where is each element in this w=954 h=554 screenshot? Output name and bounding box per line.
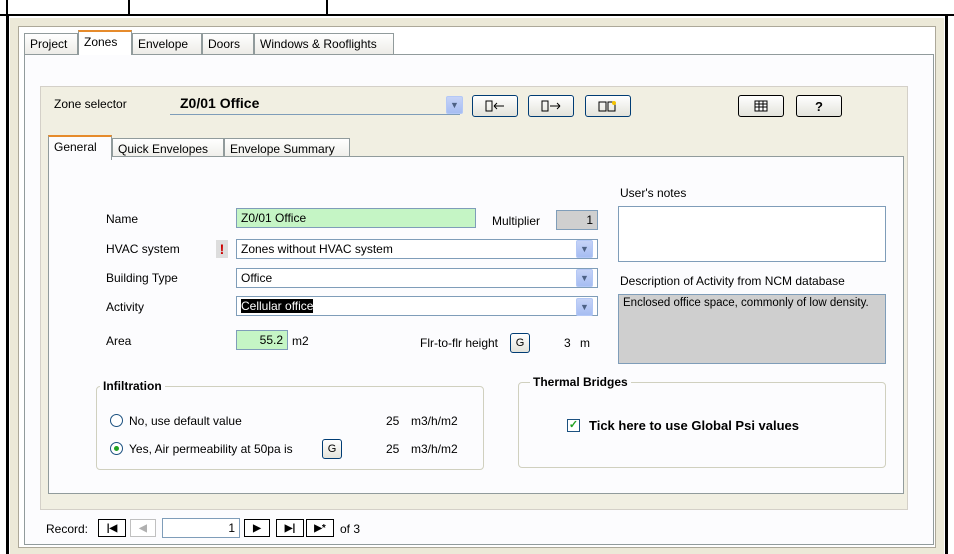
infiltration-default-value: 25 <box>386 414 400 428</box>
infiltration-g-button[interactable]: G <box>322 439 342 459</box>
first-record-button[interactable]: |◀ <box>98 519 126 537</box>
global-psi-label[interactable]: Tick here to use Global Psi values <box>589 418 799 433</box>
warning-icon: ! <box>216 240 228 258</box>
tab-envelope[interactable]: Envelope <box>132 33 202 55</box>
zone-selector-underline <box>170 114 460 115</box>
infiltration-title: Infiltration <box>100 379 165 393</box>
infiltration-option-permeability-radio[interactable] <box>110 442 123 455</box>
area-field[interactable]: 55.2 <box>236 330 288 350</box>
multiplier-field[interactable]: 1 <box>556 210 598 230</box>
users-notes-field[interactable] <box>618 206 886 262</box>
next-zone-icon <box>541 100 561 112</box>
zone-dropdown-arrow-icon[interactable]: ▼ <box>446 96 463 114</box>
next-record-icon: ▶ <box>253 522 261 534</box>
table-icon <box>754 100 768 112</box>
area-unit: m2 <box>292 334 309 348</box>
top-strip <box>0 0 954 16</box>
new-record-icon: ▶* <box>314 522 326 534</box>
users-notes-label: User's notes <box>620 186 687 200</box>
tab-doors[interactable]: Doors <box>202 33 254 55</box>
zone-selector-label: Zone selector <box>54 97 127 111</box>
first-record-icon: |◀ <box>106 522 118 534</box>
tab-zones[interactable]: Zones <box>78 30 132 55</box>
previous-record-icon: ◀ <box>139 522 147 534</box>
flr-height-g-button[interactable]: G <box>510 333 530 353</box>
building-type-label: Building Type <box>106 271 178 285</box>
infiltration-permeability-unit: m3/h/m2 <box>411 442 458 456</box>
help-icon: ? <box>815 98 823 114</box>
thermal-bridges-title: Thermal Bridges <box>530 375 631 389</box>
infiltration-option-default-radio[interactable] <box>110 414 123 427</box>
previous-record-button[interactable]: ◀ <box>130 519 156 537</box>
next-record-button[interactable]: ▶ <box>244 519 270 537</box>
area-label: Area <box>106 334 132 348</box>
flr-height-unit: m <box>580 336 590 350</box>
next-zone-button[interactable] <box>528 95 574 117</box>
building-type-select[interactable]: Office <box>236 268 598 288</box>
hvac-select[interactable]: Zones without HVAC system <box>236 239 598 259</box>
help-button[interactable]: ? <box>796 95 842 117</box>
multiplier-label: Multiplier <box>492 214 541 228</box>
activity-label: Activity <box>106 300 145 314</box>
new-zone-icon <box>598 101 616 112</box>
activity-select[interactable]: Cellular office <box>236 296 598 316</box>
hvac-label: HVAC system <box>106 242 180 256</box>
last-record-button[interactable]: ▶| <box>276 519 304 537</box>
activity-description-label: Description of Activity from NCM databas… <box>620 274 845 288</box>
infiltration-option-permeability-label[interactable]: Yes, Air permeability at 50pa is <box>129 442 293 456</box>
global-psi-checkbox[interactable]: ✓ <box>567 419 580 432</box>
flr-height-label: Flr-to-flr height <box>420 336 499 350</box>
activity-dropdown-arrow-icon[interactable]: ▼ <box>576 298 593 316</box>
right-border <box>945 16 948 554</box>
last-record-icon: ▶| <box>284 522 296 534</box>
new-record-button[interactable]: ▶* <box>306 519 334 537</box>
zone-selector-value[interactable]: Z0/01 Office <box>180 95 259 111</box>
infiltration-group <box>96 386 484 470</box>
g-label: G <box>327 443 337 455</box>
record-number-field[interactable]: 1 <box>162 518 240 538</box>
table-view-button[interactable] <box>738 95 784 117</box>
name-label: Name <box>106 212 139 226</box>
hvac-dropdown-arrow-icon[interactable]: ▼ <box>576 240 593 258</box>
name-field[interactable]: Z0/01 Office <box>236 208 476 228</box>
flr-height-value: 3 <box>564 336 571 350</box>
tab-general[interactable]: General <box>48 135 112 160</box>
infiltration-default-unit: m3/h/m2 <box>411 414 458 428</box>
tab-project[interactable]: Project <box>24 33 78 55</box>
infiltration-permeability-value: 25 <box>386 442 400 456</box>
previous-zone-icon <box>485 100 504 112</box>
record-count: of 3 <box>340 522 361 536</box>
g-label: G <box>515 337 525 349</box>
previous-zone-button[interactable] <box>472 95 518 117</box>
infiltration-option-default-label[interactable]: No, use default value <box>129 414 242 428</box>
record-label: Record: <box>46 522 89 536</box>
left-border <box>6 16 9 554</box>
building-type-dropdown-arrow-icon[interactable]: ▼ <box>576 269 593 287</box>
new-zone-button[interactable] <box>585 95 631 117</box>
activity-description-field: Enclosed office space, commonly of low d… <box>618 294 886 364</box>
tab-windows-rooflights[interactable]: Windows & Rooflights <box>254 33 394 55</box>
